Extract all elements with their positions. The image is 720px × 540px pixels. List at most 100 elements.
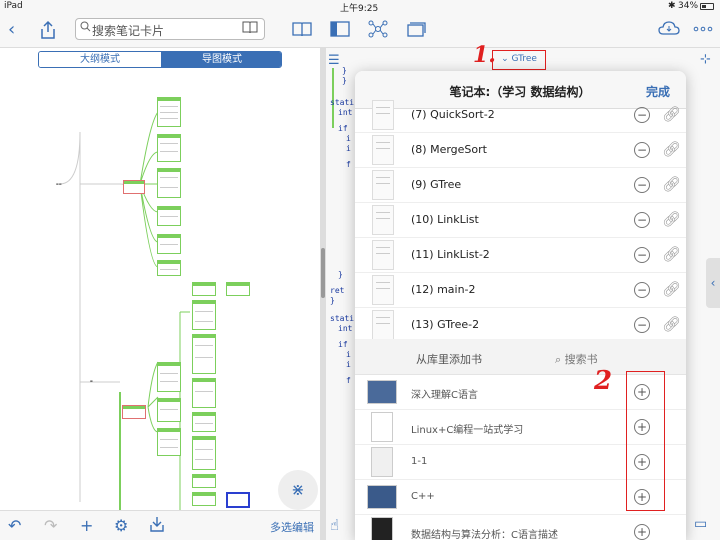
- note-row[interactable]: (10) LinkList − 🔗︎: [355, 203, 686, 238]
- note-row[interactable]: (11) LinkList-2 − 🔗︎: [355, 238, 686, 273]
- remove-icon[interactable]: −: [634, 212, 650, 228]
- tab-outline-mode[interactable]: 大纲模式: [39, 52, 161, 67]
- status-bar: iPad 上午9:25 ✱ 34%: [0, 0, 720, 14]
- gear-icon[interactable]: ⚙: [114, 516, 128, 535]
- mindmap-node[interactable]: ▬: [90, 379, 93, 383]
- remove-icon[interactable]: −: [634, 107, 650, 123]
- link-icon[interactable]: 🔗︎: [662, 140, 681, 158]
- mindmap-card[interactable]: [157, 362, 181, 392]
- cloud-sync-icon[interactable]: [658, 20, 680, 43]
- mindmap-card[interactable]: [192, 436, 216, 470]
- tab-mindmap-mode[interactable]: 导图模式: [161, 52, 281, 67]
- book-label: 数据结构与算法分析：C语言描述: [411, 530, 558, 540]
- battery-icon: [700, 3, 714, 10]
- mindmap-card[interactable]: [157, 260, 181, 276]
- annotation-2: 2: [594, 366, 613, 396]
- note-row[interactable]: (13) GTree-2 − 🔗︎: [355, 308, 686, 343]
- mindmap-card[interactable]: [157, 134, 181, 162]
- import-icon[interactable]: [150, 516, 164, 536]
- note-thumbnail: [372, 310, 394, 340]
- hand-tool-icon[interactable]: ☝: [330, 516, 339, 534]
- mindmap-card[interactable]: [157, 97, 181, 127]
- mindmap-card[interactable]: [157, 168, 181, 198]
- note-thumbnail: [372, 205, 394, 235]
- remove-icon[interactable]: −: [634, 247, 650, 263]
- more-icon[interactable]: [693, 20, 713, 43]
- mindmap-canvas[interactable]: ▬▬ ▬ ⋇: [0, 72, 320, 510]
- note-label: (13) GTree-2: [411, 318, 480, 331]
- mindmap-card[interactable]: [226, 282, 250, 296]
- comment-icon[interactable]: ▭: [694, 516, 707, 532]
- note-row[interactable]: (12) main-2 − 🔗︎: [355, 273, 686, 308]
- mindmap-card[interactable]: [157, 428, 181, 456]
- mindmap-card[interactable]: [157, 398, 181, 422]
- dropdown-label: GTree: [511, 54, 537, 64]
- book-cover: [367, 380, 397, 404]
- note-thumbnail: [372, 100, 394, 130]
- mindmap-card[interactable]: [157, 234, 181, 254]
- mindmap-card[interactable]: [192, 378, 216, 408]
- book-label: 1-1: [411, 456, 428, 467]
- book-cover: [371, 447, 393, 477]
- mindmap-card[interactable]: [192, 412, 216, 432]
- search-input[interactable]: 搜索笔记卡片: [75, 18, 265, 40]
- book-search-label: 搜索书: [564, 353, 598, 366]
- mindmap-card[interactable]: [192, 300, 216, 330]
- mindmap-card[interactable]: [192, 334, 216, 374]
- mindmap-card-selected[interactable]: [226, 492, 250, 508]
- remove-icon[interactable]: −: [634, 177, 650, 193]
- add-from-library-label: 从库里添加书: [416, 353, 482, 366]
- mindmap-icon[interactable]: [368, 20, 388, 43]
- link-icon[interactable]: 🔗︎: [662, 175, 681, 193]
- link-icon[interactable]: 🔗︎: [662, 105, 681, 123]
- search-placeholder: 搜索笔记卡片: [92, 24, 165, 38]
- chevron-left-icon[interactable]: ‹: [8, 20, 15, 40]
- note-thumbnail: [372, 240, 394, 270]
- view-mode-segment: 大纲模式 导图模式: [38, 51, 282, 68]
- mindmap-card[interactable]: [157, 206, 181, 226]
- open-book-icon[interactable]: [292, 20, 312, 43]
- book-search-field[interactable]: ⌕ 搜索书: [555, 351, 598, 367]
- note-label: (7) QuickSort-2: [411, 108, 495, 121]
- book-icon[interactable]: [242, 20, 258, 38]
- add-icon[interactable]: +: [80, 516, 93, 535]
- search-icon: ⌕: [555, 353, 562, 366]
- divider-handle[interactable]: [321, 248, 325, 298]
- note-row[interactable]: (9) GTree − 🔗︎: [355, 168, 686, 203]
- library-header: 从库里添加书 ⌕ 搜索书: [355, 339, 686, 375]
- library-book-row[interactable]: 数据结构与算法分析：C语言描述 +: [355, 515, 686, 540]
- notebook-dropdown-button[interactable]: ⌄ GTree: [492, 50, 546, 70]
- top-toolbar: ‹ 搜索笔记卡片: [0, 12, 720, 48]
- undo-icon[interactable]: ↶: [8, 516, 21, 535]
- multi-select-button[interactable]: 多选编辑: [270, 519, 314, 535]
- note-thumbnail: [372, 170, 394, 200]
- mindmap-chapter-card[interactable]: [122, 405, 146, 419]
- add-book-icon[interactable]: +: [634, 524, 650, 540]
- card-stack-icon[interactable]: [406, 20, 426, 43]
- annotation-1: 1.: [473, 42, 496, 68]
- link-icon[interactable]: 🔗︎: [662, 210, 681, 228]
- note-label: (8) MergeSort: [411, 143, 487, 156]
- note-row[interactable]: (7) QuickSort-2 − 🔗︎: [355, 98, 686, 133]
- side-drawer-toggle[interactable]: ‹: [706, 258, 720, 308]
- link-icon[interactable]: 🔗︎: [662, 280, 681, 298]
- share-icon[interactable]: [40, 20, 56, 45]
- mindmap-card[interactable]: [192, 474, 216, 488]
- search-icon: [80, 21, 91, 35]
- mindmap-card[interactable]: [192, 492, 216, 506]
- remove-icon[interactable]: −: [634, 142, 650, 158]
- book-cover: [371, 412, 393, 442]
- book-label: C++: [411, 491, 435, 502]
- link-icon[interactable]: 🔗︎: [662, 315, 681, 333]
- crop-icon[interactable]: ⊹: [700, 52, 711, 67]
- remove-icon[interactable]: −: [634, 317, 650, 333]
- remove-icon[interactable]: −: [634, 282, 650, 298]
- mindmap-chapter-card[interactable]: [123, 180, 145, 194]
- split-view-icon[interactable]: [330, 20, 350, 43]
- mindmap-root-node[interactable]: ▬▬: [56, 182, 62, 186]
- redo-icon[interactable]: ↷: [44, 516, 57, 535]
- mindmap-card[interactable]: [192, 282, 216, 296]
- link-icon[interactable]: 🔗︎: [662, 245, 681, 263]
- collapse-icon[interactable]: ⋇: [278, 470, 318, 510]
- note-row[interactable]: (8) MergeSort − 🔗︎: [355, 133, 686, 168]
